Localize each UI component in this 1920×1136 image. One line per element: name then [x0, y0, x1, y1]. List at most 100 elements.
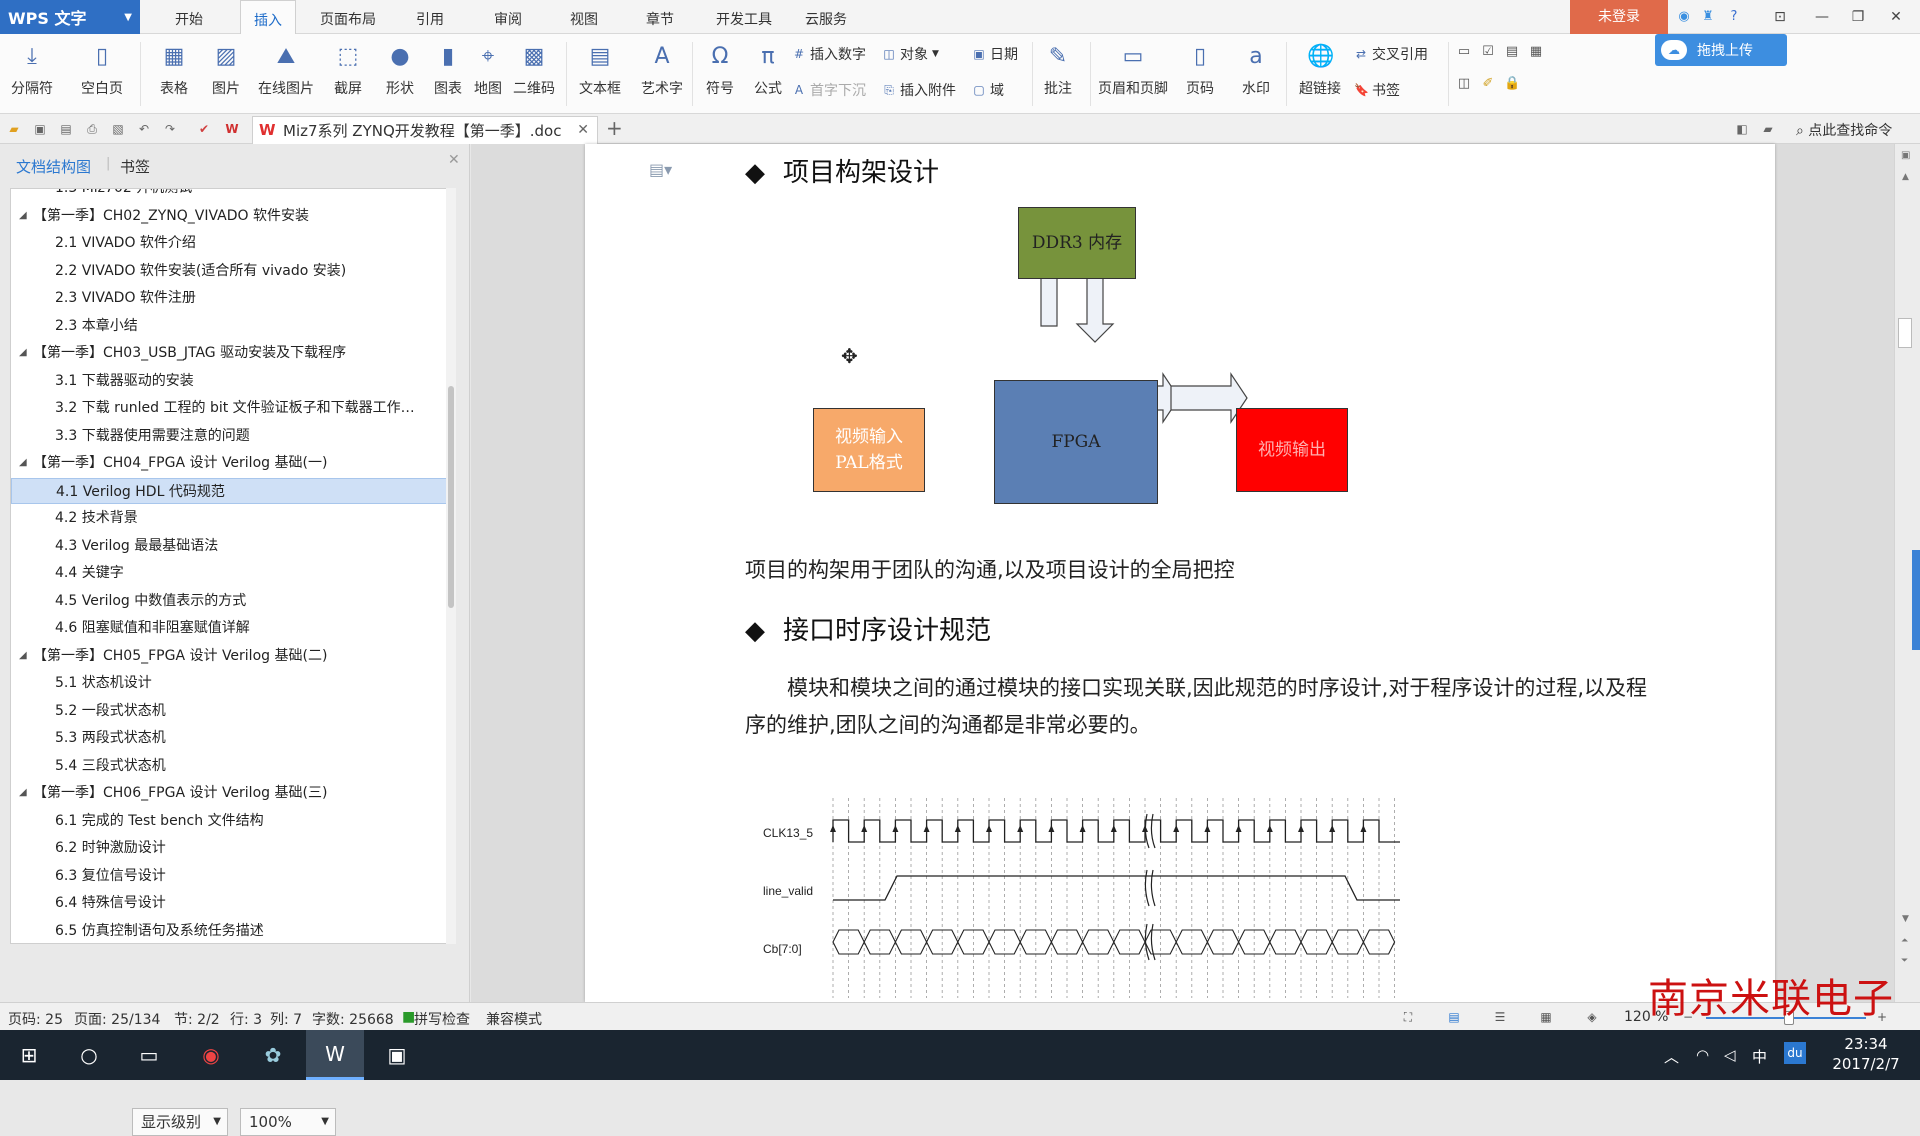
insert-number-button[interactable]: # 插入数字 [792, 42, 866, 66]
tab-bookmarks[interactable]: 书签 [120, 156, 150, 177]
selection-pane-icon[interactable]: ◫ [1456, 76, 1472, 92]
split-view-icon[interactable]: ▣ [1901, 150, 1910, 161]
formula-button[interactable]: π 公式 [740, 40, 796, 106]
restore-layout-icon[interactable]: ⊡ [1762, 0, 1798, 34]
cortana-search-icon[interactable]: ○ [60, 1030, 118, 1080]
print-preview-icon[interactable]: ▤ [58, 121, 74, 137]
settings-app-icon[interactable]: ✿ [244, 1030, 302, 1080]
outline-chapter-item[interactable]: ◢ 【第一季】CH05_FPGA 设计 Verilog 基础(二) [11, 643, 447, 669]
collapse-triangle-icon[interactable]: ◢ [19, 340, 27, 366]
side-panel-toggle[interactable] [1912, 550, 1920, 650]
volume-icon[interactable]: ◁ [1724, 1046, 1736, 1064]
page-view-icon[interactable]: ▤ [1446, 1009, 1462, 1025]
outline-zoom-select[interactable]: 100% ▼ [240, 1108, 336, 1136]
chrome-icon[interactable]: ◉ [182, 1030, 240, 1080]
outline-view-icon[interactable]: ☰ [1492, 1009, 1508, 1025]
next-page-icon[interactable]: ⏷ [1901, 956, 1908, 966]
field-button[interactable]: ▢ 域 [972, 78, 1004, 102]
outline-section-item[interactable]: 2.2 VIVADO 软件安装(适合所有 vivado 安装) [11, 258, 447, 284]
outline-section-item[interactable]: 5.4 三段式状态机 [11, 753, 447, 779]
tab-insert[interactable]: 插入 [240, 0, 296, 34]
open-folder-icon[interactable]: ▰ [6, 121, 22, 137]
outline-section-item[interactable]: 6.3 复位信号设计 [11, 863, 447, 889]
eraser-icon[interactable]: ✐ [1480, 76, 1496, 92]
close-button[interactable]: ✕ [1878, 0, 1914, 34]
tab-view[interactable]: 视图 [562, 0, 606, 34]
skin-icon[interactable]: ♜ [1700, 9, 1716, 25]
page-break-button[interactable]: ⤓ 分隔符 [4, 40, 60, 106]
tab-chapter[interactable]: 章节 [638, 0, 682, 34]
page-options-icon[interactable]: ▤▾ [649, 160, 672, 179]
tab-developer[interactable]: 开发工具 [710, 0, 778, 34]
outline-section-item[interactable]: 4.1 Verilog HDL 代码规范 [11, 477, 447, 504]
tab-review[interactable]: 审阅 [486, 0, 530, 34]
wordart-button[interactable]: A 艺术字 [634, 40, 690, 106]
outline-section-item[interactable]: 3.3 下载器使用需要注意的问题 [11, 423, 447, 449]
eye-protect-icon[interactable]: ◈ [1584, 1009, 1600, 1025]
restore-icon[interactable]: ◧ [1734, 121, 1750, 137]
checkbox-icon[interactable]: ☑ [1480, 44, 1496, 60]
web-view-icon[interactable]: ▦ [1538, 1009, 1554, 1025]
baidu-ime-icon[interactable]: du [1784, 1042, 1806, 1064]
bookmark-button[interactable]: 🔖 书签 [1354, 78, 1400, 102]
previous-page-icon[interactable]: ⏶ [1901, 936, 1908, 946]
outline-scroll-thumb[interactable] [448, 386, 454, 608]
qrcode-button[interactable]: ▩ 二维码 [506, 40, 562, 106]
pin-icon[interactable]: ▰ [1760, 121, 1776, 137]
outline-section-item[interactable]: 5.2 一段式状态机 [11, 698, 447, 724]
outline-section-item[interactable]: 6.5 仿真控制语句及系统任务描述 [11, 918, 447, 944]
picture-button[interactable]: ▨ 图片 [198, 40, 254, 106]
collapse-triangle-icon[interactable]: ◢ [19, 450, 27, 476]
app-menu-button[interactable]: WPS 文字 ▼ [0, 0, 140, 34]
outline-section-item[interactable]: 2.3 VIVADO 软件注册 [11, 285, 447, 311]
network-icon[interactable]: ◠ [1696, 1046, 1709, 1064]
find-command-search[interactable]: ⌕ 点此查找命令 [1796, 120, 1892, 140]
outline-section-item[interactable]: 6.4 特殊信号设计 [11, 890, 447, 916]
document-tab[interactable]: W Miz7系列 ZYNQ开发教程【第一季】.doc ✕ [252, 116, 598, 144]
new-tab-button[interactable]: + [606, 116, 626, 140]
task-view-icon[interactable]: ▭ [120, 1030, 178, 1080]
tray-expand-icon[interactable]: ︿ [1664, 1046, 1679, 1067]
textbox-button[interactable]: ▤ 文本框 [572, 40, 628, 106]
tab-references[interactable]: 引用 [408, 0, 452, 34]
outline-section-item[interactable]: 4.6 阻塞赋值和非阻塞赋值详解 [11, 615, 447, 641]
scroll-up-icon[interactable]: ▲ [1902, 172, 1909, 182]
help-icon[interactable]: ? [1726, 9, 1742, 25]
undo-icon[interactable]: ↶ [136, 121, 152, 137]
document-page[interactable]: ▤▾ ◆ 项目构架设计 DDR3 内存 FPGA 视频输入 PAL格式 视频输出 … [585, 144, 1775, 1002]
outline-chapter-item[interactable]: ◢ 【第一季】CH04_FPGA 设计 Verilog 基础(一) [11, 450, 447, 476]
status-word-count[interactable]: 字数: 25668 [312, 1009, 394, 1029]
page-number-button[interactable]: ▯ 页码 [1172, 40, 1228, 106]
outline-section-item[interactable]: 6.1 完成的 Test bench 文件结构 [11, 808, 447, 834]
frame-icon[interactable]: ▦ [1528, 44, 1544, 60]
browser-icon[interactable]: ◉ [1676, 9, 1692, 25]
spell-check-toggle[interactable]: 拼写检查 [414, 1009, 470, 1029]
form-icon[interactable]: ▤ [1504, 44, 1520, 60]
close-icon[interactable]: ✕ [448, 152, 460, 168]
outline-section-item[interactable]: 4.4 关键字 [11, 560, 447, 586]
outline-section-item[interactable]: 3.2 下载 runled 工程的 bit 文件验证板子和下载器工作… [11, 395, 447, 421]
tab-cloud[interactable]: 云服务 [798, 0, 854, 34]
close-icon[interactable]: ✕ [577, 122, 589, 138]
print-icon[interactable]: ⎙ [84, 121, 100, 137]
hyperlink-button[interactable]: 🌐 超链接 [1292, 40, 1348, 106]
drag-upload-button[interactable]: ☁ 拖拽上传 [1655, 34, 1787, 66]
table-button[interactable]: ▦ 表格 [146, 40, 202, 106]
scroll-down-icon[interactable]: ▼ [1902, 914, 1909, 924]
outline-section-item[interactable]: 4.2 技术背景 [11, 505, 447, 531]
export-pdf-icon[interactable]: ▧ [110, 121, 126, 137]
maximize-button[interactable]: ❐ [1840, 0, 1876, 34]
tab-start[interactable]: 开始 [164, 0, 214, 34]
comment-button[interactable]: ✎ 批注 [1030, 40, 1086, 106]
outline-section-item[interactable]: 1.3 Miz702 开机测试 [11, 189, 447, 201]
drop-cap-button[interactable]: A 首字下沉 [792, 78, 866, 102]
outline-section-item[interactable]: 5.1 状态机设计 [11, 670, 447, 696]
app-task-icon[interactable]: ▣ [368, 1030, 426, 1080]
layout-icon[interactable]: ▭ [1456, 44, 1472, 60]
wps-home-icon[interactable]: W [224, 121, 240, 137]
collapse-triangle-icon[interactable]: ◢ [19, 643, 27, 669]
collapse-triangle-icon[interactable]: ◢ [19, 780, 27, 806]
insert-attachment-button[interactable]: ⎘ 插入附件 [882, 78, 956, 102]
system-clock[interactable]: 23:34 2017/2/7 [1820, 1034, 1912, 1074]
display-level-select[interactable]: 显示级别 ▼ [132, 1108, 228, 1136]
